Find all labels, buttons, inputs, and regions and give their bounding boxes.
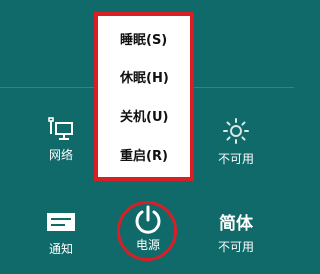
- menu-item-shutdown[interactable]: 关机(U): [98, 107, 190, 129]
- power-menu: 睡眠(S) 休眠(H) 关机(U) 重启(R): [94, 12, 194, 181]
- brightness-label: 不可用: [217, 152, 254, 166]
- settings-panel: 网络 不可用 通知 电源 简体 不可用 睡眠(S) 休眠(H) 关机(U) 重启…: [0, 0, 294, 274]
- network-label: 网络: [48, 148, 73, 162]
- menu-item-hibernate[interactable]: 休眠(H): [98, 68, 190, 90]
- network-tile[interactable]: 网络: [36, 116, 86, 162]
- brightness-tile[interactable]: 不可用: [208, 118, 264, 166]
- power-tile[interactable]: 电源: [120, 204, 176, 252]
- power-label: 电源: [135, 238, 160, 252]
- notifications-label: 通知: [48, 242, 73, 256]
- menu-item-restart[interactable]: 重启(R): [98, 146, 190, 168]
- ime-mode: 简体: [219, 214, 253, 234]
- menu-item-sleep[interactable]: 睡眠(S): [98, 30, 190, 52]
- notifications-icon: [47, 213, 75, 231]
- ime-label: 不可用: [217, 240, 254, 254]
- brightness-icon: [223, 118, 249, 144]
- notifications-tile[interactable]: 通知: [36, 212, 86, 256]
- network-icon: [48, 117, 73, 140]
- ime-tile[interactable]: 简体 不可用: [208, 214, 264, 254]
- power-icon: [135, 205, 161, 234]
